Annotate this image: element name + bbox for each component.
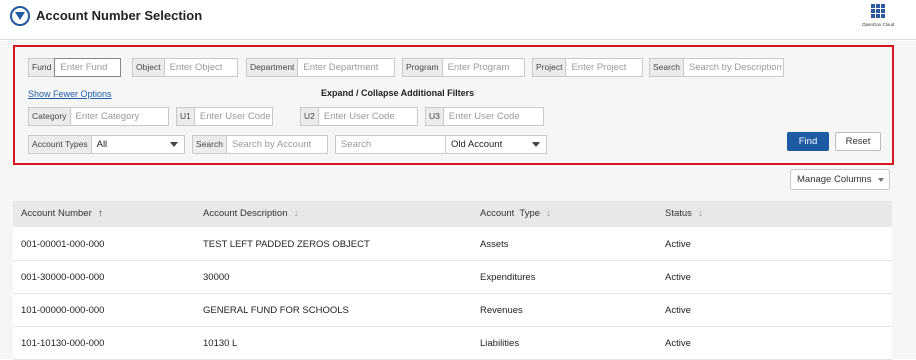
department-field[interactable]: Department Enter Department [246, 58, 395, 77]
account-type-cell: Revenues [480, 305, 523, 316]
filter-panel: Fund Enter Fund Object Enter Object Depa… [13, 45, 894, 165]
account-search-label: Search [193, 136, 227, 153]
status-cell: Active [665, 272, 691, 283]
user-code-3-field[interactable]: U3 Enter User Code [425, 107, 544, 126]
fund-input[interactable]: Enter Fund [54, 58, 121, 77]
search-input[interactable]: Search [335, 135, 446, 154]
sort-descending-icon[interactable]: ↓ [293, 208, 298, 219]
column-header-label: Account Type [480, 208, 541, 219]
sort-descending-icon[interactable]: ↓ [546, 208, 551, 219]
account-search-input[interactable]: Search by Account [227, 136, 327, 153]
show-fewer-options-link[interactable]: Show Fewer Options [28, 89, 112, 99]
opengov-logo-icon[interactable] [10, 6, 30, 26]
account-type-cell: Assets [480, 239, 509, 250]
program-input[interactable]: Enter Program [443, 59, 524, 76]
chevron-down-icon [878, 178, 884, 182]
sort-ascending-icon[interactable]: ↑ [98, 208, 103, 219]
status-cell: Active [665, 338, 691, 349]
table-row[interactable]: 001-30000-000-000 30000 Expenditures Act… [13, 261, 892, 294]
category-label: Category [29, 108, 71, 125]
account-number-cell: 001-00001-000-000 [21, 239, 105, 250]
status-cell: Active [665, 305, 691, 316]
chevron-down-icon[interactable] [532, 142, 540, 147]
table-row[interactable]: 101-10130-000-000 10130 L Liabilities Ac… [13, 327, 892, 360]
category-field[interactable]: Category Enter Category [28, 107, 169, 126]
program-field[interactable]: Program Enter Program [402, 58, 525, 77]
u1-label: U1 [177, 108, 195, 125]
table-row[interactable]: 001-00001-000-000 TEST LEFT PADDED ZEROS… [13, 228, 892, 261]
project-label: Project [533, 59, 567, 76]
column-header-account-number[interactable]: Account Number ↑ [21, 208, 103, 219]
column-header-label: Status [665, 208, 692, 219]
table-header: Account Number ↑ Account Description ↓ Acc… [13, 201, 892, 227]
project-field[interactable]: Project Enter Project [532, 58, 643, 77]
column-header-status[interactable]: Status ↓ [665, 208, 703, 219]
manage-columns-label: Manage Columns [797, 174, 872, 185]
column-header-label: Account Number [21, 208, 92, 219]
account-description-cell: GENERAL FUND FOR SCHOOLS [203, 305, 349, 316]
u2-input[interactable]: Enter User Code [319, 108, 417, 125]
object-label: Object [133, 59, 165, 76]
program-label: Program [403, 59, 443, 76]
expand-collapse-filters[interactable]: Expand / Collapse Additional Filters [321, 88, 474, 98]
account-number-cell: 001-30000-000-000 [21, 272, 105, 283]
find-button[interactable]: Find [787, 132, 829, 151]
old-account-select[interactable]: Old Account [445, 135, 547, 154]
u2-label: U2 [301, 108, 319, 125]
column-header-account-description[interactable]: Account Description ↓ [203, 208, 298, 219]
u3-input[interactable]: Enter User Code [444, 108, 543, 125]
chevron-down-icon[interactable] [170, 142, 178, 147]
account-types-select[interactable]: Account Types All [28, 135, 185, 154]
apps-grid-icon[interactable] [871, 4, 885, 18]
fund-label: Fund [29, 59, 56, 76]
u3-label: U3 [426, 108, 444, 125]
account-number-cell: 101-10130-000-000 [21, 338, 105, 349]
account-types-label: Account Types [29, 136, 92, 153]
description-search-label: Search [650, 59, 684, 76]
user-code-2-field[interactable]: U2 Enter User Code [300, 107, 418, 126]
sort-descending-icon[interactable]: ↓ [698, 208, 703, 219]
column-header-label: Account Description [203, 208, 288, 219]
status-cell: Active [665, 239, 691, 250]
u1-input[interactable]: Enter User Code [195, 108, 272, 125]
department-input[interactable]: Enter Department [298, 59, 394, 76]
account-description-cell: 10130 L [203, 338, 238, 349]
fund-field[interactable]: Fund Enter Fund [28, 58, 121, 77]
category-input[interactable]: Enter Category [71, 108, 169, 125]
account-type-cell: Expenditures [480, 272, 536, 283]
project-input[interactable]: Enter Project [566, 59, 642, 76]
user-code-1-field[interactable]: U1 Enter User Code [176, 107, 273, 126]
apps-label: OpenGov Cloud [862, 22, 895, 27]
account-description-cell: TEST LEFT PADDED ZEROS OBJECT [203, 239, 370, 250]
account-type-cell: Liabilities [480, 338, 520, 349]
app-switcher[interactable]: OpenGov Cloud [862, 4, 894, 27]
account-search-field[interactable]: Search Search by Account [192, 135, 328, 154]
old-account-value: Old Account [451, 139, 503, 150]
description-search-input[interactable]: Search by Description [684, 59, 783, 76]
page-title: Account Number Selection [36, 8, 203, 23]
table-row[interactable]: 101-00000-000-000 GENERAL FUND FOR SCHOO… [13, 294, 892, 327]
object-input[interactable]: Enter Object [165, 59, 237, 76]
column-header-account-type[interactable]: Account Type ↓ [480, 208, 551, 219]
app-header: Account Number Selection OpenGov Cloud [0, 0, 916, 40]
description-search-field[interactable]: Search Search by Description [649, 58, 784, 77]
account-description-cell: 30000 [203, 272, 230, 283]
accounts-table: Account Number ↑ Account Description ↓ Acc… [13, 201, 892, 360]
object-field[interactable]: Object Enter Object [132, 58, 238, 77]
department-label: Department [247, 59, 299, 76]
manage-columns-button[interactable]: Manage Columns [790, 169, 890, 190]
account-number-cell: 101-00000-000-000 [21, 305, 105, 316]
reset-button[interactable]: Reset [835, 132, 881, 151]
